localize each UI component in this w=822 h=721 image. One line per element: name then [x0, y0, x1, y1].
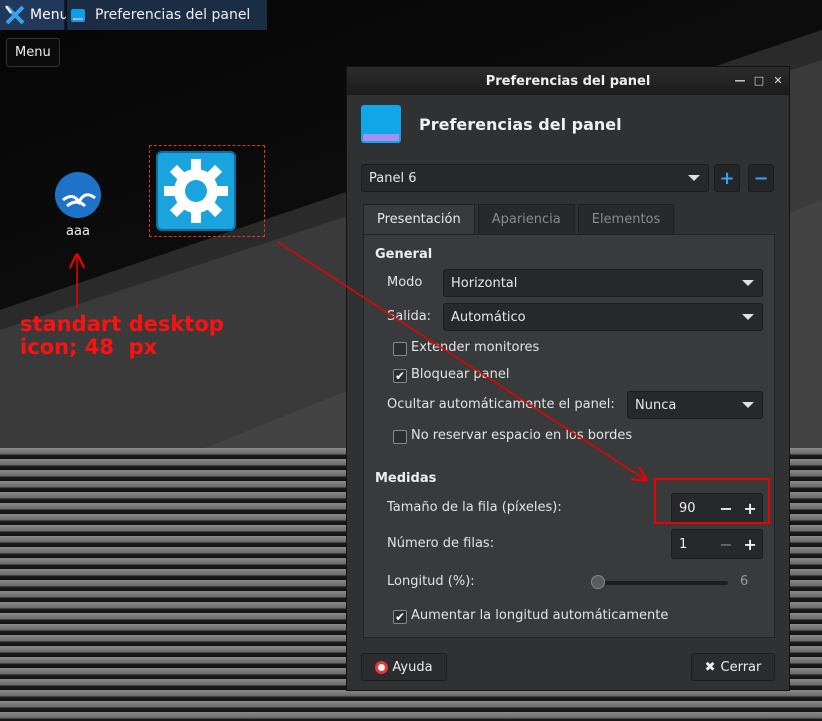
rows-increment[interactable]: + — [738, 535, 762, 554]
extend-monitors-checkbox[interactable] — [393, 342, 407, 356]
close-button-label: Cerrar — [720, 659, 762, 675]
window-titlebar[interactable]: Preferencias del panel — □ ✕ — [347, 67, 789, 95]
desktop-icon-aaa[interactable]: aaa — [54, 172, 102, 239]
top-panel: Menu Preferencias del panel — [0, 0, 267, 30]
remove-panel-button[interactable]: − — [748, 164, 774, 192]
whisker-menu-button[interactable]: Menu — [0, 0, 68, 30]
length-slider-track[interactable] — [602, 581, 728, 585]
panel-select-value: Panel 6 — [369, 170, 417, 186]
tab-presentacion[interactable]: Presentación — [363, 204, 475, 234]
mode-select[interactable]: Horizontal — [443, 269, 763, 297]
annotation-text: standart desktop icon; 48 px — [20, 312, 224, 359]
mode-select-value: Horizontal — [451, 275, 518, 291]
auto-length-label[interactable]: Aumentar la longitud automáticamente — [411, 608, 668, 623]
output-label: Salida: — [387, 309, 432, 324]
extend-monitors-label[interactable]: Extender monitores — [411, 340, 539, 355]
autohide-select[interactable]: Nunca — [627, 391, 763, 419]
close-icon[interactable]: ✕ — [773, 74, 783, 87]
add-panel-button[interactable]: + — [714, 164, 740, 192]
rows-value[interactable]: 1 — [672, 537, 714, 552]
gear-icon — [156, 151, 236, 231]
chevron-down-icon — [742, 314, 754, 320]
dialog-header: Preferencias del panel — [361, 105, 622, 143]
header-title: Preferencias del panel — [419, 114, 622, 134]
annotation-highlight-box — [654, 478, 770, 524]
autohide-select-value: Nunca — [635, 397, 677, 413]
rows-label: Número de filas: — [387, 536, 495, 551]
lock-panel-checkbox[interactable]: ✔ — [393, 369, 407, 383]
tab-bar: Presentación Apariencia Elementos — [363, 204, 677, 234]
row-size-label: Tamaño de la fila (píxeles): — [387, 500, 562, 515]
length-value: 6 — [740, 574, 749, 589]
auto-length-checkbox[interactable]: ✔ — [393, 610, 407, 624]
close-icon: ✖ — [704, 659, 716, 675]
output-select-value: Automático — [451, 309, 526, 325]
menu-button-label: Menu — [30, 7, 69, 23]
chevron-down-icon — [742, 402, 754, 408]
section-medidas: Medidas — [375, 471, 437, 486]
minimize-icon[interactable]: — — [735, 74, 746, 87]
panel-preferences-icon — [361, 105, 401, 143]
help-button-label: Ayuda — [392, 659, 433, 675]
mode-label: Modo — [387, 275, 423, 290]
no-reserve-label[interactable]: No reservar espacio en los bordes — [411, 428, 632, 443]
tab-elementos[interactable]: Elementos — [577, 204, 675, 234]
maximize-icon[interactable]: □ — [754, 74, 764, 87]
section-general: General — [375, 247, 433, 262]
length-label: Longitud (%): — [387, 574, 475, 589]
chevron-down-icon — [742, 280, 754, 286]
window-title: Preferencias del panel — [485, 73, 651, 89]
panel-preferences-icon — [71, 8, 85, 22]
rows-spinner[interactable]: 1 − + — [671, 529, 763, 559]
tab-apariencia[interactable]: Apariencia — [477, 204, 575, 234]
no-reserve-checkbox[interactable] — [393, 430, 407, 444]
lock-panel-label[interactable]: Bloquear panel — [411, 367, 509, 382]
selected-desktop-icon[interactable] — [149, 145, 265, 237]
openoffice-icon — [55, 172, 101, 218]
help-button[interactable]: Ayuda — [361, 653, 447, 681]
output-select[interactable]: Automático — [443, 303, 763, 331]
rows-decrement[interactable]: − — [714, 535, 738, 554]
menu-tooltip: Menu — [6, 38, 60, 67]
panel-preferences-dialog: Preferencias del panel — □ ✕ Preferencia… — [346, 66, 790, 691]
panel-select[interactable]: Panel 6 — [361, 164, 709, 192]
taskbar-window-button[interactable]: Preferencias del panel — [66, 0, 267, 30]
lifebuoy-icon — [375, 660, 389, 674]
xfce-menu-icon — [4, 4, 26, 26]
length-slider-handle[interactable] — [591, 575, 605, 589]
taskbar-window-label: Preferencias del panel — [95, 7, 251, 23]
chevron-down-icon — [688, 175, 700, 181]
desktop-icon-label: aaa — [66, 224, 90, 239]
autohide-label: Ocultar automáticamente el panel: — [387, 397, 615, 412]
close-button[interactable]: ✖ Cerrar — [691, 653, 775, 681]
tab-content: General Modo Horizontal Salida: Automáti… — [363, 234, 775, 638]
